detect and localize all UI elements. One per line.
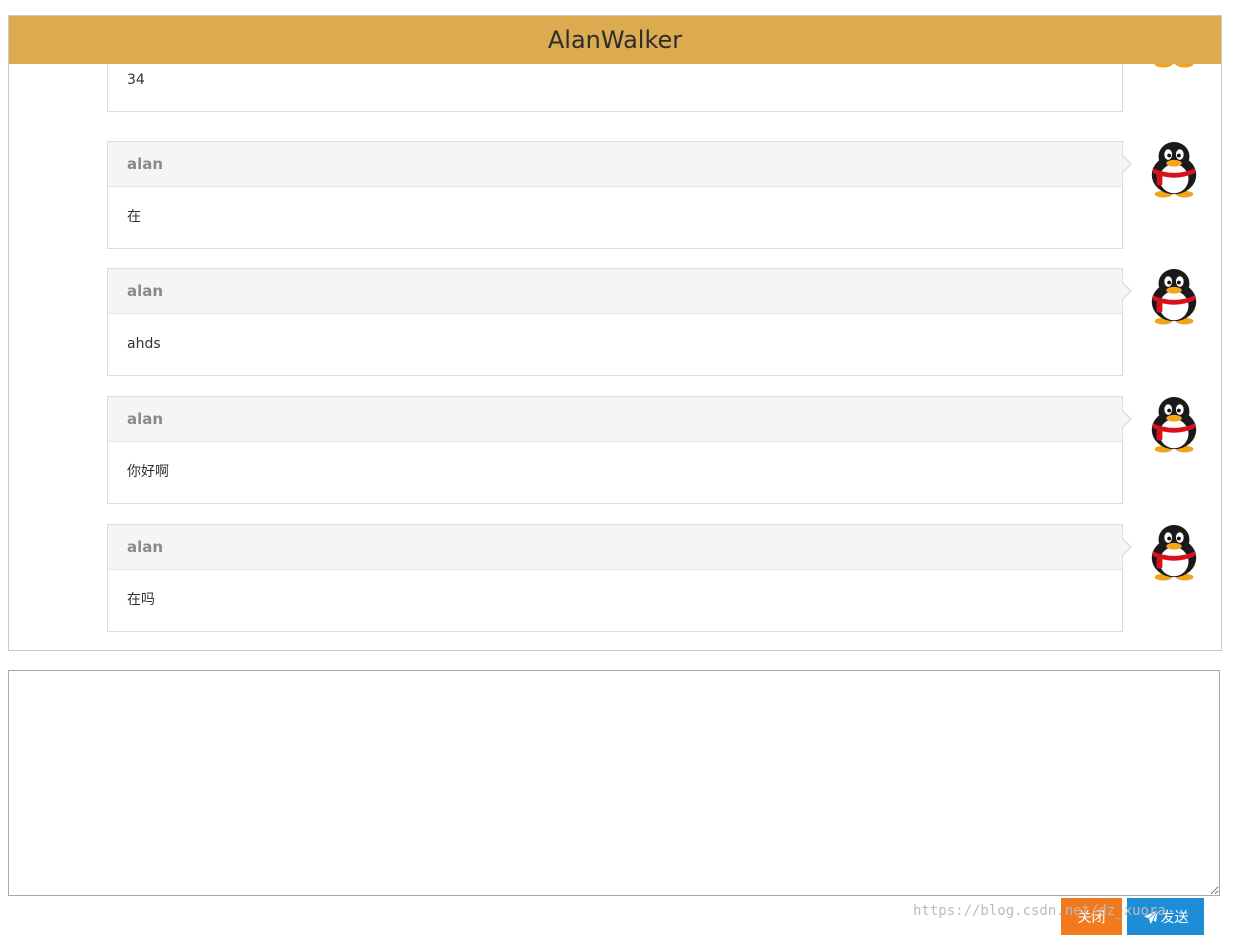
message-sender: alan	[108, 269, 1122, 314]
avatar	[1151, 141, 1197, 198]
message-pointer	[1121, 281, 1132, 301]
message-item: alan 你好啊	[107, 396, 1132, 504]
message-pointer	[1121, 154, 1132, 174]
send-button-label: 发送	[1160, 909, 1189, 926]
message-text: ahds	[127, 336, 161, 352]
message-sender: alan	[108, 525, 1122, 570]
chat-panel[interactable]: AlanWalker 34 alan 在 alan ahds alan 你好啊 …	[8, 15, 1222, 651]
close-button-label: 关闭	[1077, 909, 1106, 926]
message-pointer	[1121, 409, 1132, 429]
message-text: 在	[127, 209, 141, 225]
avatar	[1151, 524, 1197, 581]
message-item: alan 在	[107, 141, 1132, 249]
message-sender: alan	[108, 397, 1122, 442]
message-pointer	[1121, 537, 1132, 557]
chat-title: AlanWalker	[547, 26, 683, 54]
message-text: 你好啊	[127, 464, 169, 480]
message-input[interactable]	[8, 670, 1220, 896]
send-button[interactable]: 发送	[1127, 898, 1204, 935]
message-item: alan ahds	[107, 268, 1132, 376]
message-item: alan 在吗	[107, 524, 1132, 632]
chat-header: AlanWalker	[9, 16, 1221, 64]
avatar	[1151, 268, 1197, 325]
paper-plane-icon	[1143, 909, 1158, 924]
avatar	[1151, 396, 1197, 453]
message-text: 在吗	[127, 592, 155, 608]
close-button[interactable]: 关闭	[1061, 898, 1122, 935]
message-sender: alan	[108, 142, 1122, 187]
